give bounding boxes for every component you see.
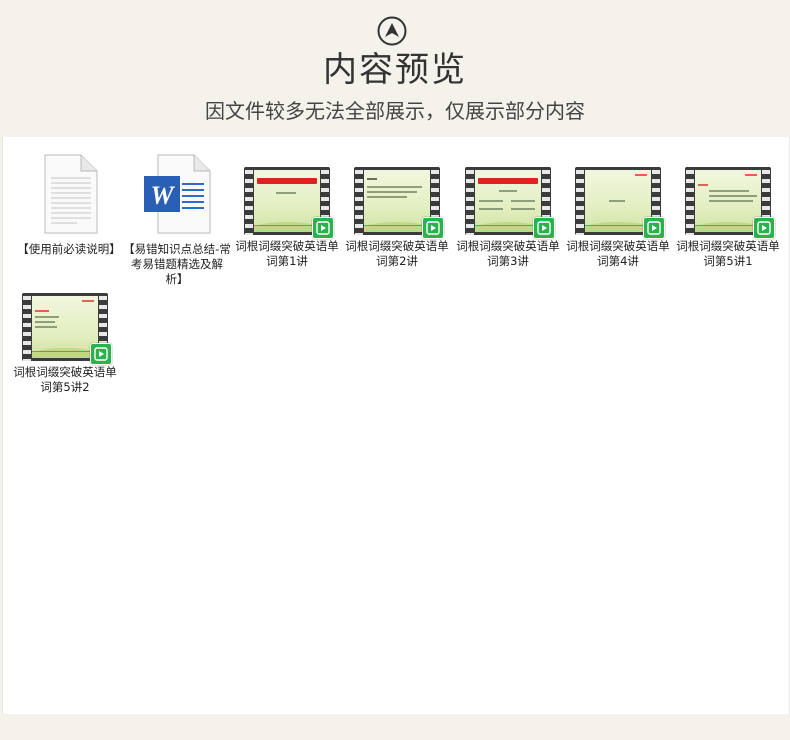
file-label: 词根词缀突破英语单词第5讲2 [13, 365, 117, 394]
file-item-video-6[interactable]: 词根词缀突破英语单词第5讲2 [11, 293, 119, 395]
file-preview-panel: 【使用前必读说明】 W 【易错知识点总结-常考易错题精选及解析】 词根词缀突破英… [2, 137, 790, 714]
video-file-icon [465, 167, 555, 239]
preview-header: 内容预览 因文件较多无法全部展示，仅展示部分内容 [0, 0, 790, 137]
video-file-icon [22, 293, 112, 365]
play-badge-icon [753, 217, 775, 239]
footer-band [0, 714, 790, 740]
file-label: 【易错知识点总结-常考易错题精选及解析】 [123, 242, 231, 286]
file-item-video-5[interactable]: 词根词缀突破英语单词第5讲1 [674, 167, 782, 269]
page-subtitle: 因文件较多无法全部展示，仅展示部分内容 [205, 99, 585, 123]
file-label: 词根词缀突破英语单词第1讲 [235, 239, 339, 268]
file-label: 词根词缀突破英语单词第2讲 [345, 239, 449, 268]
video-file-icon [354, 167, 444, 239]
play-badge-icon [312, 217, 334, 239]
file-label: 【使用前必读说明】 [17, 242, 121, 256]
play-badge-icon [533, 217, 555, 239]
video-file-icon [685, 167, 775, 239]
word-document-icon: W [144, 154, 211, 234]
file-item-video-1[interactable]: 词根词缀突破英语单词第1讲 [233, 167, 341, 269]
play-badge-icon [422, 217, 444, 239]
file-item-video-2[interactable]: 词根词缀突破英语单词第2讲 [343, 167, 451, 269]
play-badge-icon [90, 343, 112, 365]
svg-text:W: W [150, 181, 175, 210]
video-file-icon [244, 167, 334, 239]
file-item-video-4[interactable]: 词根词缀突破英语单词第4讲 [564, 167, 672, 269]
chevron-up-circle-icon[interactable] [377, 16, 407, 46]
file-item-word[interactable]: W 【易错知识点总结-常考易错题精选及解析】 [123, 154, 231, 287]
file-item-readme[interactable]: 【使用前必读说明】 [15, 154, 123, 257]
play-badge-icon [643, 217, 665, 239]
file-label: 词根词缀突破英语单词第4讲 [566, 239, 670, 268]
file-label: 词根词缀突破英语单词第5讲1 [676, 239, 780, 268]
file-label: 词根词缀突破英语单词第3讲 [456, 239, 560, 268]
page-title: 内容预览 [323, 50, 467, 90]
file-item-video-3[interactable]: 词根词缀突破英语单词第3讲 [454, 167, 562, 269]
text-document-icon [44, 154, 98, 234]
video-file-icon [575, 167, 665, 239]
